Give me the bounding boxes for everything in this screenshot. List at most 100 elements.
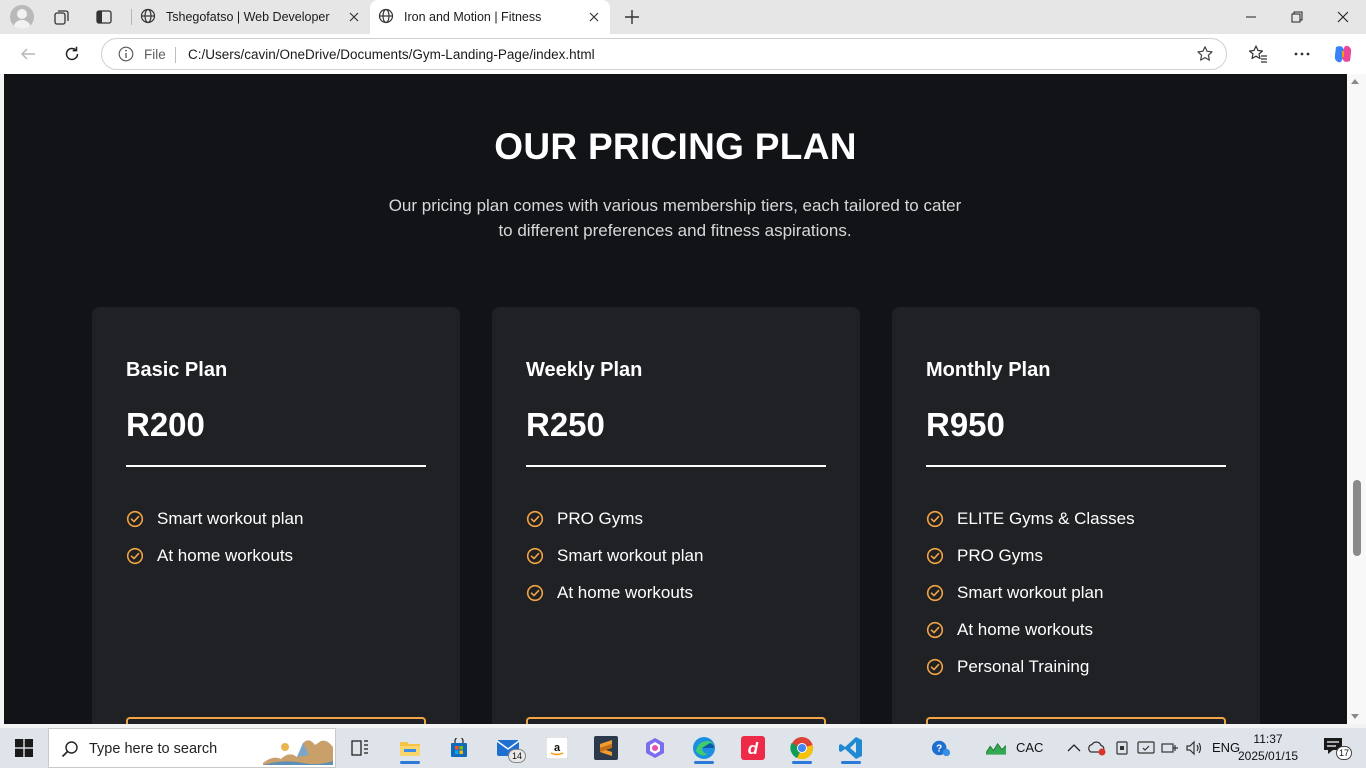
close-window-icon[interactable] — [1320, 0, 1366, 34]
copilot-app-icon[interactable] — [635, 732, 675, 764]
notification-count: 17 — [1336, 746, 1352, 760]
check-circle-icon — [926, 621, 944, 638]
tab-inactive[interactable]: Tshegofatso | Web Developer — [132, 0, 370, 34]
check-circle-icon — [526, 584, 544, 601]
chevron-up-icon[interactable] — [1064, 738, 1084, 758]
browser-toolbar: File C:/Users/cavin/OneDrive/Documents/G… — [0, 34, 1366, 74]
feature-text: At home workouts — [557, 582, 694, 602]
weather-text[interactable]: CAC — [1016, 740, 1043, 755]
tab-active[interactable]: Iron and Motion | Fitness — [370, 0, 610, 34]
url-text[interactable]: C:/Users/cavin/OneDrive/Documents/Gym-La… — [188, 47, 595, 62]
info-icon[interactable] — [118, 46, 134, 67]
microsoft-store-icon[interactable] — [439, 732, 479, 764]
plan-divider — [926, 465, 1226, 467]
clock[interactable]: 11:37 2025/01/15 — [1238, 731, 1298, 765]
file-explorer-icon[interactable] — [390, 732, 430, 764]
feature-text: Smart workout plan — [157, 508, 304, 528]
amazon-icon[interactable]: a — [537, 732, 577, 764]
volume-icon[interactable] — [1184, 738, 1204, 758]
deezer-icon[interactable]: d — [733, 732, 773, 764]
globe-icon — [378, 8, 394, 27]
search-highlight-image — [263, 740, 333, 765]
tab-strip: Tshegofatso | Web Developer Iron and Mot… — [0, 0, 1366, 34]
feature-text: PRO Gyms — [957, 545, 1043, 565]
device-icon[interactable] — [1112, 738, 1132, 758]
scroll-down-icon[interactable] — [1351, 714, 1359, 719]
plan-price: R200 — [126, 406, 205, 443]
close-icon[interactable] — [344, 7, 364, 27]
check-circle-icon — [926, 584, 944, 601]
check-circle-icon — [126, 510, 144, 527]
plan-price: R250 — [526, 406, 605, 443]
chrome-icon[interactable] — [782, 732, 822, 764]
feature-text: At home workouts — [157, 545, 294, 565]
network-icon[interactable] — [1160, 738, 1180, 758]
workspaces-icon[interactable] — [50, 5, 74, 29]
plan-name: Basic Plan — [126, 359, 228, 381]
sublime-text-icon[interactable] — [586, 732, 626, 764]
refresh-icon[interactable] — [57, 40, 87, 68]
feature-item: At home workouts — [526, 574, 703, 611]
mail-icon[interactable]: 14 — [488, 732, 528, 764]
clock-time: 11:37 — [1253, 732, 1283, 746]
plan-name: Monthly Plan — [926, 359, 1051, 381]
check-circle-icon — [926, 510, 944, 527]
taskbar: Type here to search 14 a d ? CAC ENG 11:… — [0, 728, 1366, 768]
check-circle-icon — [526, 510, 544, 527]
profile-avatar[interactable] — [10, 5, 34, 29]
notification-center[interactable]: 17 — [1322, 736, 1352, 760]
feature-item: PRO Gyms — [526, 500, 703, 537]
scroll-thumb[interactable] — [1353, 480, 1361, 556]
tab-actions-icon[interactable] — [92, 5, 116, 29]
pricing-card-monthly: Monthly Plan R950 ELITE Gyms & Classes P… — [892, 307, 1260, 724]
scroll-up-icon[interactable] — [1351, 79, 1359, 84]
favorites-icon[interactable] — [1246, 43, 1270, 65]
page-scrollbar[interactable] — [1347, 74, 1366, 724]
search-icon — [61, 740, 79, 763]
feature-item: At home workouts — [926, 611, 1135, 648]
onedrive-icon[interactable] — [1087, 738, 1107, 758]
plan-button[interactable] — [126, 717, 426, 724]
search-placeholder: Type here to search — [89, 741, 218, 757]
weather-icon[interactable] — [986, 738, 1006, 758]
restore-icon[interactable] — [1274, 0, 1320, 34]
feature-item: Smart workout plan — [926, 574, 1135, 611]
tab-title: Iron and Motion | Fitness — [404, 10, 542, 24]
help-icon[interactable]: ? — [931, 738, 951, 758]
taskbar-search[interactable]: Type here to search — [48, 728, 336, 768]
address-bar[interactable]: File C:/Users/cavin/OneDrive/Documents/G… — [101, 38, 1227, 70]
new-tab-icon[interactable] — [620, 5, 644, 29]
vscode-icon[interactable] — [831, 732, 871, 764]
display-icon[interactable] — [1136, 738, 1156, 758]
feature-list: Smart workout plan At home workouts — [126, 500, 303, 574]
language-indicator[interactable]: ENG — [1212, 740, 1240, 755]
copilot-icon[interactable] — [1331, 43, 1355, 65]
pricing-card-weekly: Weekly Plan R250 PRO Gyms Smart workout … — [492, 307, 860, 724]
close-icon[interactable] — [584, 7, 604, 27]
task-view-icon[interactable] — [340, 732, 380, 764]
windows-start-icon[interactable] — [0, 728, 48, 768]
plan-divider — [126, 465, 426, 467]
more-options-icon[interactable] — [1290, 43, 1314, 65]
favorite-star-icon[interactable] — [1196, 45, 1214, 68]
page-viewport: OUR PRICING PLAN Our pricing plan comes … — [4, 74, 1347, 724]
svg-text:?: ? — [936, 744, 942, 755]
back-icon[interactable] — [13, 40, 43, 68]
pricing-card-basic: Basic Plan R200 Smart workout plan At ho… — [92, 307, 460, 724]
feature-item: Smart workout plan — [526, 537, 703, 574]
minimize-icon[interactable] — [1228, 0, 1274, 34]
address-separator — [175, 47, 176, 63]
edge-icon[interactable] — [684, 732, 724, 764]
feature-item: PRO Gyms — [926, 537, 1135, 574]
tab-title: Tshegofatso | Web Developer — [166, 10, 330, 24]
plan-button[interactable] — [526, 717, 826, 724]
plan-name: Weekly Plan — [526, 359, 643, 381]
svg-text:a: a — [554, 742, 561, 754]
check-circle-icon — [926, 658, 944, 675]
plan-price: R950 — [926, 406, 1005, 443]
feature-item: At home workouts — [126, 537, 303, 574]
check-circle-icon — [926, 547, 944, 564]
feature-text: At home workouts — [957, 619, 1094, 639]
svg-text:d: d — [748, 739, 759, 758]
plan-button[interactable] — [926, 717, 1226, 724]
